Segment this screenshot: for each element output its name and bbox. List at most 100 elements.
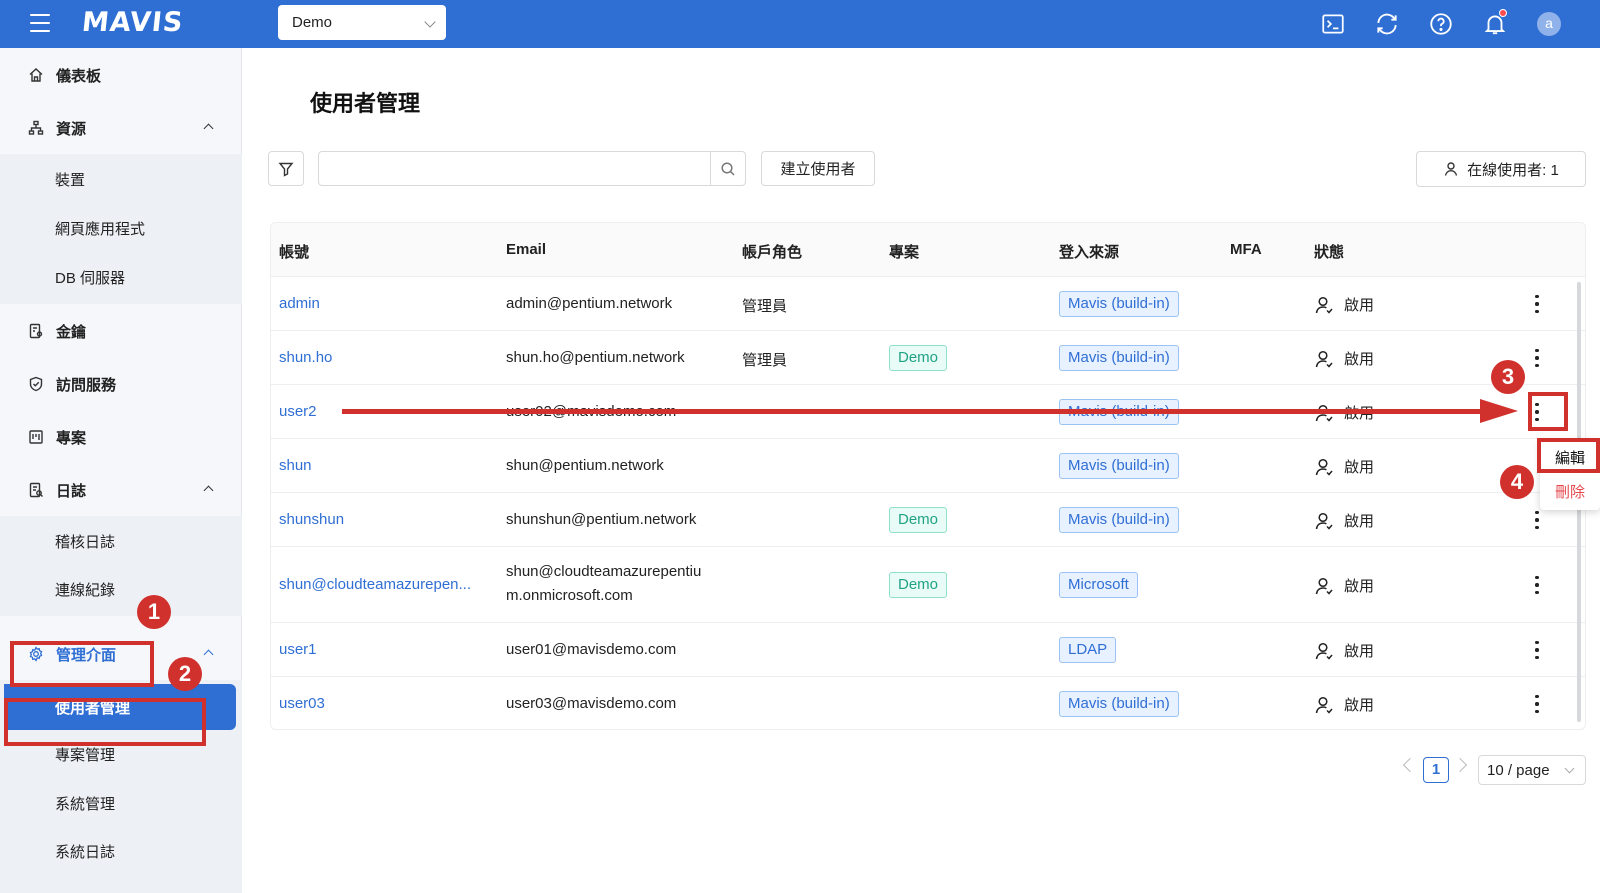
- user-icon: [1315, 642, 1333, 660]
- project-select[interactable]: Demo: [278, 5, 446, 40]
- notification-dot: [1499, 9, 1507, 17]
- status-cell: 啟用: [1314, 694, 1374, 715]
- page-1-button[interactable]: 1: [1423, 757, 1449, 783]
- page-size-select[interactable]: 10 / page: [1478, 755, 1586, 785]
- user-icon: [1444, 162, 1458, 176]
- column-header-role[interactable]: 帳戶角色: [742, 241, 802, 262]
- sidebar: 儀表板 資源 裝置 網頁應用程式 DB 伺服器 金鑰 訪問服務 專案 日誌 稽核…: [0, 48, 242, 893]
- table-row: shun.ho shun.ho@pentium.network 管理員 Demo…: [271, 331, 1585, 385]
- menu-icon[interactable]: [30, 14, 50, 32]
- account-link[interactable]: admin: [279, 295, 320, 312]
- log-icon: [28, 482, 44, 498]
- chevron-down-icon: [1564, 763, 1575, 774]
- search-button[interactable]: [710, 152, 745, 185]
- column-header-project[interactable]: 專案: [889, 241, 919, 262]
- search-input[interactable]: [319, 152, 711, 185]
- column-header-mfa[interactable]: MFA: [1230, 241, 1262, 258]
- login-source-tag: Mavis (build-in): [1059, 345, 1179, 371]
- sidebar-item-access-services[interactable]: 訪問服務: [0, 360, 242, 408]
- terminal-icon[interactable]: [1320, 11, 1346, 37]
- annotation-step-3: 3: [1491, 360, 1525, 394]
- user-icon: [1315, 696, 1333, 714]
- role-cell: 管理員: [742, 352, 788, 369]
- account-link[interactable]: shun: [279, 457, 312, 474]
- project-tag: Demo: [889, 507, 948, 533]
- sidebar-item-resources[interactable]: 資源: [0, 104, 242, 152]
- account-link[interactable]: user2: [279, 403, 317, 420]
- sidebar-item-system-logs[interactable]: 系統日誌: [0, 828, 242, 874]
- status-text: 啟用: [1344, 459, 1375, 476]
- email-cell: shun@pentium.network: [506, 457, 664, 474]
- sidebar-item-audit-logs[interactable]: 稽核日誌: [0, 518, 242, 564]
- login-source-tag: Mavis (build-in): [1059, 507, 1179, 533]
- account-link[interactable]: shunshun: [279, 511, 344, 528]
- row-actions-button[interactable]: [1525, 343, 1549, 373]
- email-cell: shunshun@pentium.network: [506, 511, 697, 528]
- column-header-status[interactable]: 狀態: [1314, 241, 1344, 262]
- online-users-button[interactable]: 在線使用者: 1: [1416, 151, 1586, 187]
- user-icon: [1315, 577, 1333, 595]
- table-row: admin admin@pentium.network 管理員 Mavis (b…: [271, 277, 1585, 331]
- next-page-button[interactable]: [1452, 757, 1468, 773]
- login-source-tag: Mavis (build-in): [1059, 691, 1179, 717]
- sidebar-item-projects[interactable]: 專案: [0, 413, 242, 461]
- status-text: 啟用: [1344, 513, 1375, 530]
- sidebar-item-devices[interactable]: 裝置: [0, 156, 242, 202]
- annotation-arrow: [342, 409, 1492, 414]
- status-cell: 啟用: [1314, 640, 1374, 661]
- sidebar-item-db-servers[interactable]: DB 伺服器: [0, 254, 242, 300]
- sidebar-item-label: 儀表板: [56, 67, 102, 85]
- annotation-box-admin: [10, 641, 154, 687]
- sidebar-item-logs[interactable]: 日誌: [0, 466, 242, 514]
- annotation-step-1: 1: [137, 595, 171, 629]
- status-text: 啟用: [1344, 351, 1375, 368]
- login-source-tag: Microsoft: [1059, 572, 1138, 598]
- annotation-box-edit: [1537, 438, 1600, 473]
- user-icon: [1315, 296, 1333, 314]
- sidebar-item-label: 金鑰: [56, 323, 87, 341]
- chevron-up-icon: [203, 123, 214, 134]
- chevron-up-icon: [203, 649, 214, 660]
- row-actions-button[interactable]: [1525, 635, 1549, 665]
- column-header-email[interactable]: Email: [506, 241, 546, 258]
- refresh-icon[interactable]: [1374, 11, 1400, 37]
- account-link[interactable]: user03: [279, 695, 325, 712]
- column-header-login-source[interactable]: 登入來源: [1059, 241, 1119, 262]
- delete-menu-item[interactable]: 刪除: [1540, 478, 1600, 508]
- account-link[interactable]: shun@cloudteamazurepen...: [279, 576, 471, 593]
- annotation-step-2: 2: [168, 657, 202, 691]
- account-link[interactable]: shun.ho: [279, 349, 332, 366]
- row-actions-button[interactable]: [1525, 289, 1549, 319]
- row-actions-button[interactable]: [1525, 570, 1549, 600]
- create-user-button[interactable]: 建立使用者: [761, 151, 875, 186]
- shield-icon: [28, 376, 44, 392]
- sidebar-item-keys[interactable]: 金鑰: [0, 307, 242, 355]
- account-link[interactable]: user1: [279, 641, 317, 658]
- column-header-account[interactable]: 帳號: [279, 241, 309, 262]
- email-cell: shun.ho@pentium.network: [506, 349, 685, 366]
- help-icon[interactable]: [1428, 11, 1454, 37]
- annotation-step-4: 4: [1500, 465, 1534, 499]
- project-select-value: Demo: [292, 14, 333, 31]
- role-cell: 管理員: [742, 298, 788, 315]
- top-bar: MAVIS Demo a: [0, 0, 1600, 48]
- table-row: user03 user03@mavisdemo.com Mavis (build…: [271, 677, 1585, 729]
- status-cell: 啟用: [1314, 294, 1374, 315]
- user-icon: [1315, 512, 1333, 530]
- filter-button[interactable]: [268, 151, 304, 186]
- row-actions-button[interactable]: [1525, 689, 1549, 719]
- status-text: 啟用: [1344, 297, 1375, 314]
- sidebar-item-system-management[interactable]: 系統管理: [0, 780, 242, 826]
- sidebar-item-web-apps[interactable]: 網頁應用程式: [0, 205, 242, 251]
- status-cell: 啟用: [1314, 456, 1374, 477]
- search-box: [318, 151, 746, 186]
- login-source-tag: LDAP: [1059, 637, 1117, 663]
- user-icon: [1315, 458, 1333, 476]
- prev-page-button[interactable]: [1402, 757, 1418, 773]
- bell-icon[interactable]: [1482, 9, 1508, 37]
- sidebar-item-dashboard[interactable]: 儀表板: [0, 51, 242, 99]
- table-row: shunshun shunshun@pentium.network Demo M…: [271, 493, 1585, 547]
- sidebar-item-label: 日誌: [56, 482, 87, 500]
- sidebar-item-session-records[interactable]: 連線紀錄: [0, 566, 242, 612]
- avatar[interactable]: a: [1537, 12, 1561, 36]
